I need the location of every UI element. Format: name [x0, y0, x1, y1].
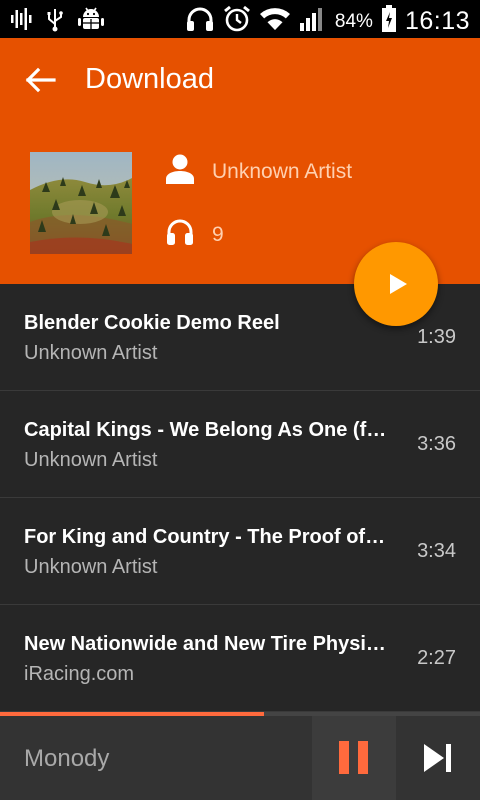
track-artist: Unknown Artist [24, 449, 158, 471]
artist-info: Unknown Artist [166, 154, 352, 189]
android-debug-icon [78, 6, 104, 37]
play-all-button[interactable] [354, 242, 438, 326]
track-row[interactable]: New Nationwide and New Tire Physi… iRaci… [0, 605, 480, 712]
status-bar: 84% 16:13 [0, 0, 480, 38]
play-count-info: 9 [166, 218, 224, 251]
pause-icon [339, 741, 368, 774]
track-title: For King and Country - The Proof of… [24, 526, 386, 548]
battery-percent: 84% [334, 10, 373, 32]
track-row[interactable]: Capital Kings - We Belong As One (fe… Un… [0, 391, 480, 498]
track-title: Blender Cookie Demo Reel [24, 312, 280, 334]
playback-progress-fill [0, 712, 264, 716]
wifi-icon [259, 6, 291, 37]
track-artist: Unknown Artist [24, 342, 158, 364]
cell-signal-icon [299, 6, 327, 37]
back-arrow-icon[interactable] [24, 66, 58, 94]
track-duration: 2:27 [417, 647, 456, 669]
person-icon [166, 154, 194, 189]
next-track-button[interactable] [396, 716, 480, 800]
track-duration: 3:34 [417, 540, 456, 562]
headphones-icon [185, 6, 215, 37]
track-duration: 3:36 [417, 433, 456, 455]
track-artist: Unknown Artist [24, 556, 158, 578]
artist-name: Unknown Artist [212, 159, 353, 183]
track-list: Blender Cookie Demo Reel Unknown Artist … [0, 284, 480, 712]
track-row[interactable]: For King and Country - The Proof of… Unk… [0, 498, 480, 605]
pause-button[interactable] [312, 716, 396, 800]
album-art [30, 152, 132, 254]
mini-player: Monody [0, 712, 480, 800]
usb-icon [46, 6, 64, 37]
headphones-icon [166, 218, 194, 251]
skip-next-icon [424, 744, 451, 772]
signal-bars-icon [10, 7, 32, 36]
alarm-icon [223, 5, 251, 38]
track-artist: iRacing.com [24, 663, 135, 685]
play-count: 9 [212, 222, 224, 246]
page-title: Download [85, 63, 214, 95]
play-icon [390, 274, 407, 294]
track-title: Capital Kings - We Belong As One (fe… [24, 419, 389, 441]
track-title: New Nationwide and New Tire Physi… [24, 633, 386, 655]
now-playing-label[interactable]: Monody [24, 745, 109, 773]
track-duration: 1:39 [417, 326, 456, 348]
clock: 16:13 [404, 7, 470, 35]
battery-charging-icon [381, 5, 397, 38]
